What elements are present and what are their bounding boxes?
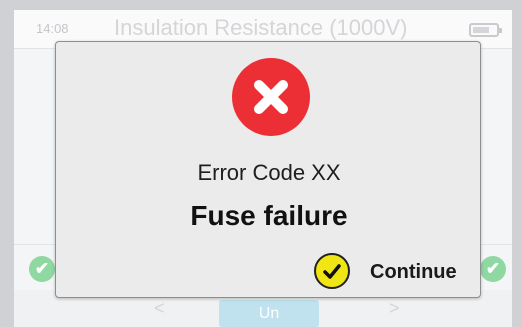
battery-level <box>473 27 489 33</box>
check-circle-icon: ✔ <box>29 256 55 282</box>
error-message: Fuse failure <box>190 200 348 231</box>
check-icon[interactable] <box>314 253 350 289</box>
unit-button[interactable]: Un <box>219 300 319 327</box>
bezel-left <box>0 0 14 327</box>
error-dialog: Error Code XX Fuse failure Continue <box>55 41 481 298</box>
battery-icon <box>469 23 502 37</box>
device-screen: 14:08 Insulation Resistance (1000V) ✔ ✔ … <box>0 0 522 327</box>
error-x-icon <box>232 58 310 136</box>
error-code: Error Code XX <box>197 160 341 185</box>
continue-label[interactable]: Continue <box>370 261 457 284</box>
screen-title: Insulation Resistance (1000V) <box>114 15 408 40</box>
nav-prev-button[interactable]: < <box>154 298 165 319</box>
nav-next-button[interactable]: > <box>389 298 400 319</box>
bezel-top <box>0 0 522 10</box>
check-circle-icon: ✔ <box>480 256 506 282</box>
bezel-right <box>512 0 522 327</box>
status-time: 14:08 <box>36 21 69 36</box>
continue-button[interactable]: Continue <box>314 253 476 293</box>
